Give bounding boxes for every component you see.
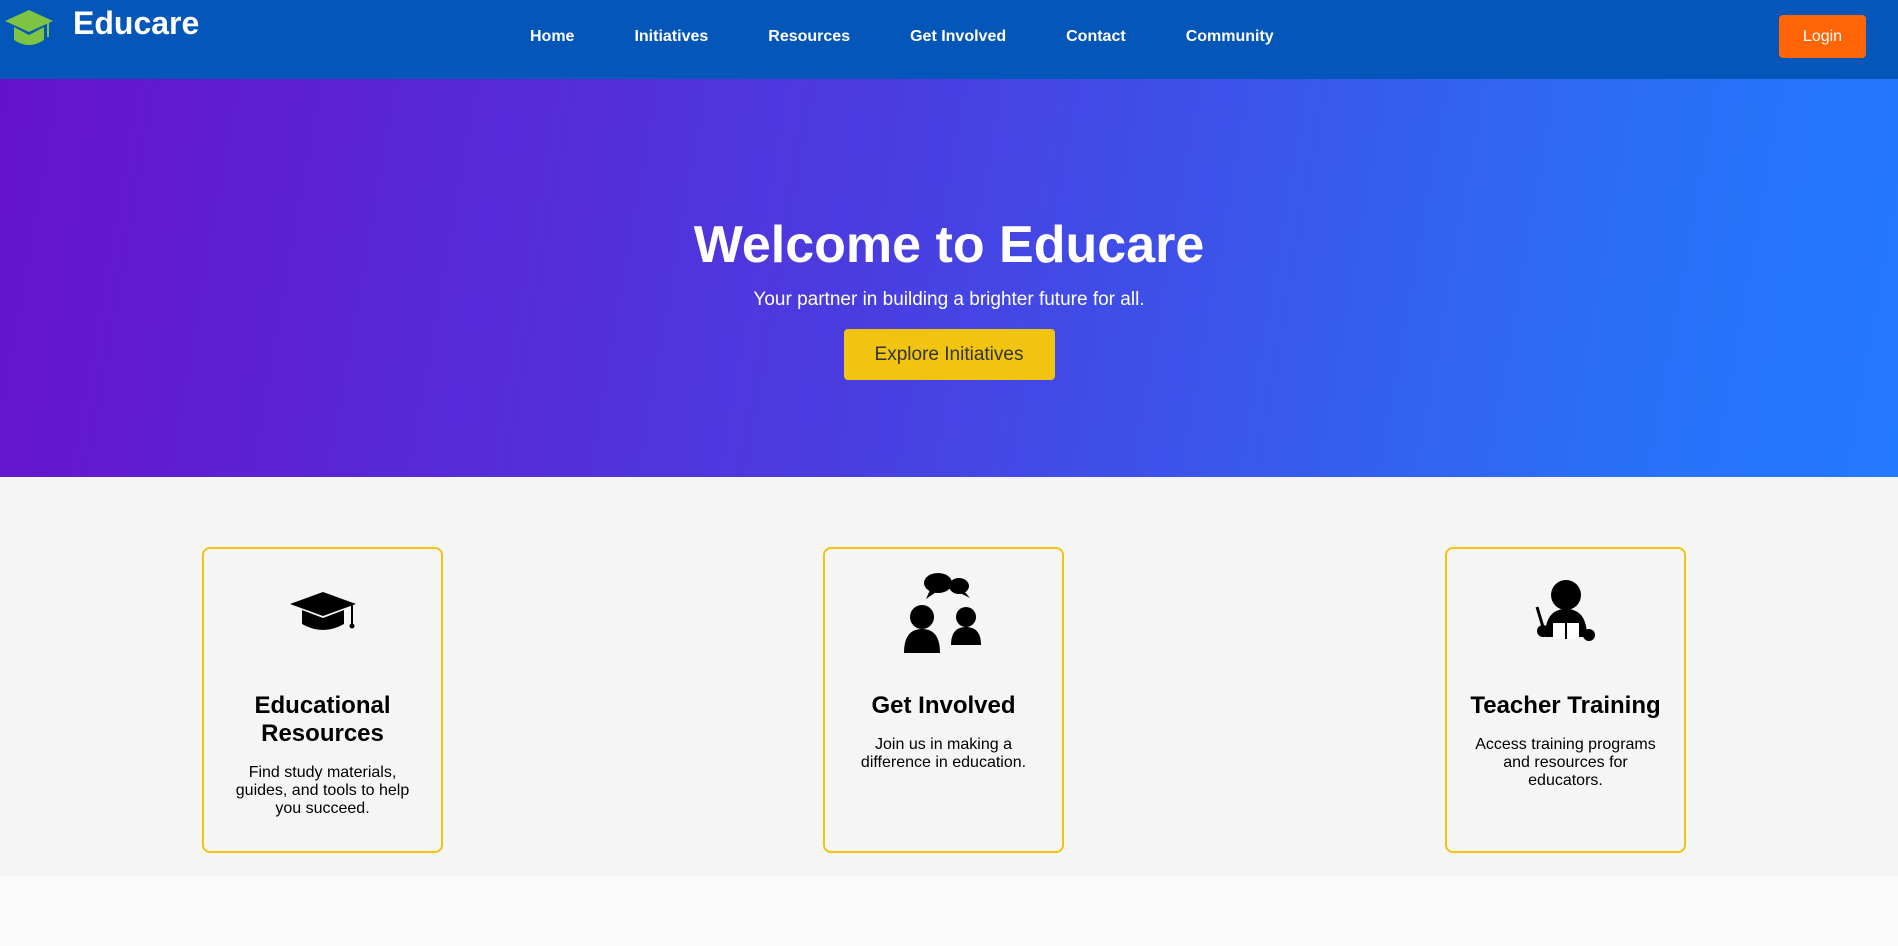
hero-section: Welcome to Educare Your partner in build…: [0, 79, 1898, 477]
nav-link-contact[interactable]: Contact: [1066, 28, 1126, 46]
brand-name: Educare: [73, 4, 200, 41]
main-nav: Home Initiatives Resources Get Involved …: [530, 0, 1334, 73]
graduation-cap-icon: [204, 567, 441, 657]
nav-link-initiatives[interactable]: Initiatives: [634, 28, 708, 46]
hero-title: Welcome to Educare: [693, 216, 1205, 274]
login-button[interactable]: Login: [1779, 15, 1866, 58]
teacher-icon: [1447, 567, 1684, 657]
nav-link-home[interactable]: Home: [530, 28, 574, 46]
card-description: Access training programs and resources f…: [1475, 736, 1656, 789]
card-description: Find study materials, guides, and tools …: [235, 764, 410, 817]
card-title: Educational Resources: [254, 692, 391, 747]
nav-link-get-involved[interactable]: Get Involved: [910, 28, 1006, 46]
card-title: Teacher Training: [1470, 692, 1661, 719]
feature-card-get-involved[interactable]: Get Involved Join us in making a differe…: [823, 547, 1064, 853]
explore-initiatives-button[interactable]: Explore Initiatives: [843, 329, 1055, 381]
features-section: Educational Resources Find study materia…: [0, 477, 1898, 876]
hero-subtitle: Your partner in building a brighter futu…: [753, 289, 1145, 311]
graduation-cap-icon: [5, 10, 53, 45]
card-title: Get Involved: [871, 692, 1016, 719]
top-navbar: Educare Home Initiatives Resources Get I…: [0, 0, 1898, 79]
nav-link-resources[interactable]: Resources: [768, 28, 850, 46]
feature-card-educational-resources[interactable]: Educational Resources Find study materia…: [202, 547, 443, 853]
feature-card-teacher-training[interactable]: Teacher Training Access training program…: [1445, 547, 1686, 853]
community-chat-icon: [825, 567, 1062, 657]
brand[interactable]: Educare: [3, 4, 200, 53]
card-description: Join us in making a difference in educat…: [860, 736, 1027, 771]
nav-link-community[interactable]: Community: [1186, 28, 1274, 46]
